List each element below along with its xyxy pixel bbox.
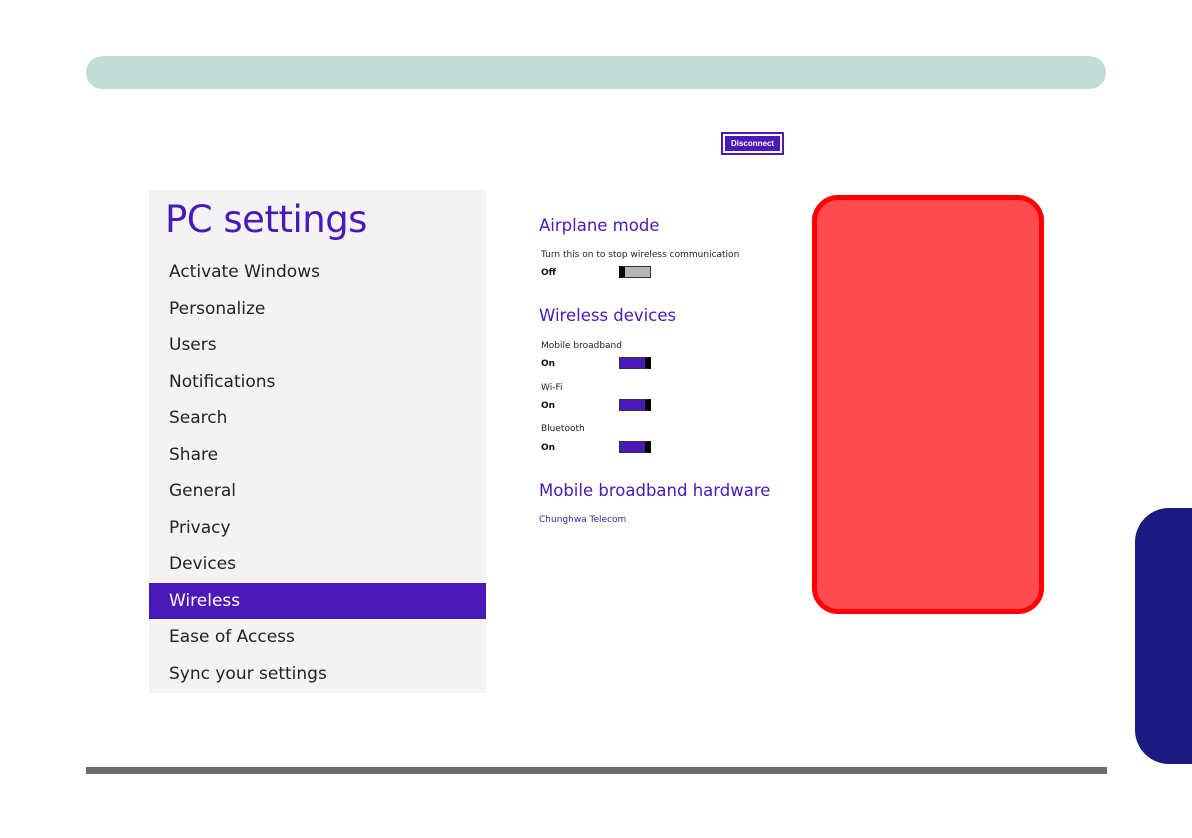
wifi-state: On [541, 401, 556, 411]
sidebar-item-users[interactable]: Users [149, 327, 486, 364]
airplane-mode-toggle[interactable] [619, 266, 651, 278]
sidebar-item-sync-your-settings[interactable]: Sync your settings [149, 656, 486, 693]
sidebar-item-ease-of-access[interactable]: Ease of Access [149, 619, 486, 656]
carrier-link[interactable]: Chunghwa Telecom [539, 515, 626, 525]
sidebar-item-share[interactable]: Share [149, 437, 486, 474]
wifi-toggle[interactable] [619, 399, 651, 411]
disconnect-button-label: Disconnect [725, 136, 780, 151]
sidebar-item-wireless[interactable]: Wireless [149, 582, 486, 619]
sidebar-item-privacy[interactable]: Privacy [149, 510, 486, 547]
mobile-broadband-label: Mobile broadband [541, 341, 622, 351]
mobile-broadband-state: On [541, 359, 556, 369]
sidebar-item-notifications[interactable]: Notifications [149, 364, 486, 401]
sidebar-item-general[interactable]: General [149, 473, 486, 510]
sidebar-item-personalize[interactable]: Personalize [149, 291, 486, 328]
wifi-label: Wi-Fi [541, 383, 563, 393]
airplane-mode-description: Turn this on to stop wireless communicat… [541, 250, 740, 260]
wireless-devices-heading: Wireless devices [539, 306, 677, 325]
airplane-mode-heading: Airplane mode [539, 216, 660, 235]
bluetooth-toggle[interactable] [619, 441, 651, 453]
settings-nav: Activate Windows Personalize Users Notif… [149, 254, 486, 692]
footer-rule [86, 767, 1107, 774]
bluetooth-state: On [541, 443, 556, 453]
page-title: PC settings [165, 198, 367, 241]
airplane-mode-state: Off [541, 268, 556, 278]
redaction-box [812, 195, 1044, 614]
sidebar-item-search[interactable]: Search [149, 400, 486, 437]
mobile-broadband-hardware-heading: Mobile broadband hardware [539, 481, 771, 500]
bluetooth-label: Bluetooth [541, 424, 585, 434]
mobile-broadband-toggle[interactable] [619, 357, 651, 369]
page-header-bar [86, 56, 1106, 89]
settings-sidebar: PC settings Activate Windows Personalize… [149, 190, 486, 693]
chapter-side-tab [1135, 508, 1192, 764]
sidebar-item-devices[interactable]: Devices [149, 546, 486, 583]
sidebar-item-activate-windows[interactable]: Activate Windows [149, 254, 486, 291]
disconnect-button[interactable]: Disconnect [721, 132, 784, 155]
